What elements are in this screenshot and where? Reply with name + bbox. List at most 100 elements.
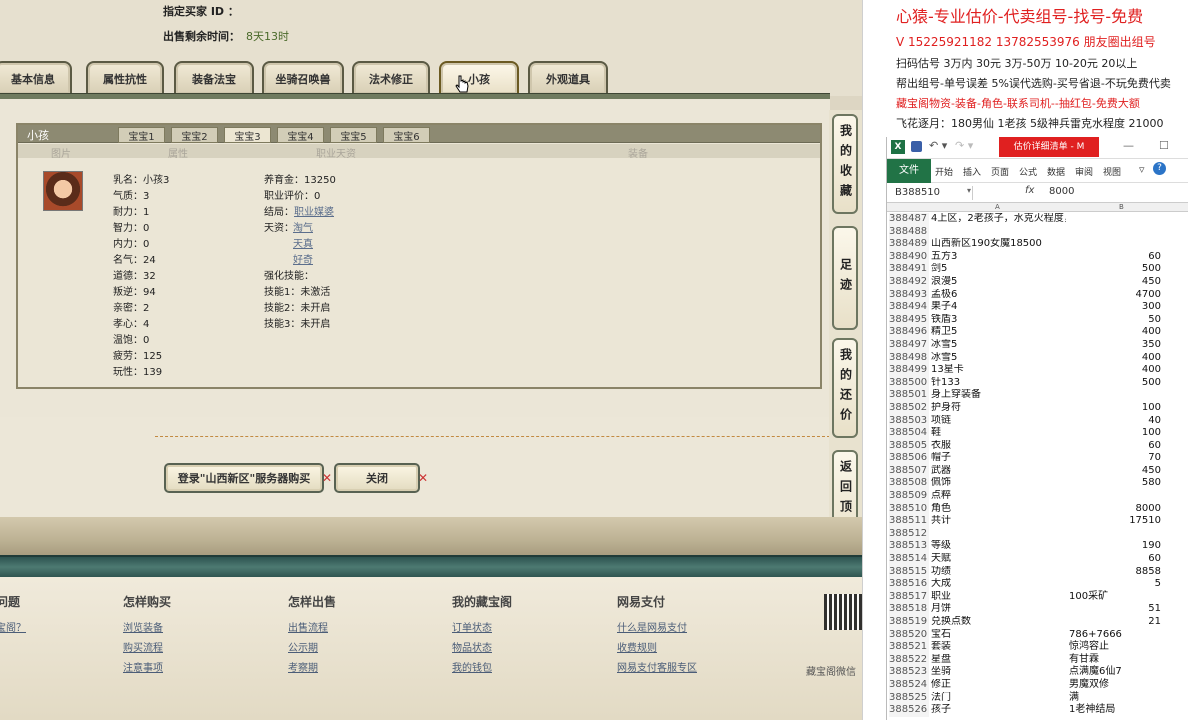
tab-spell-modifiers[interactable]: 法术修正 xyxy=(352,61,430,94)
cell-a[interactable]: 帽子 xyxy=(931,452,1066,465)
footprint-button[interactable]: 足迹 xyxy=(832,226,858,330)
footer-link[interactable]: 考察期 xyxy=(288,659,318,674)
cell-a[interactable]: 13星卡 xyxy=(931,364,1066,377)
ribbon-page-tab[interactable]: 页面 xyxy=(991,165,1009,178)
row-number[interactable]: 388494 xyxy=(889,301,929,314)
row-number[interactable]: 388511 xyxy=(889,515,929,528)
cell-b[interactable]: 100 xyxy=(1069,427,1161,440)
row-number[interactable]: 388504 xyxy=(889,427,929,440)
cell-a[interactable]: 修正 xyxy=(931,679,1066,692)
row-number[interactable]: 388523 xyxy=(889,666,929,679)
cell-b[interactable]: 51 xyxy=(1069,603,1161,616)
row-number[interactable]: 388502 xyxy=(889,401,929,415)
close-button[interactable]: 关闭 xyxy=(334,463,420,493)
cell-a[interactable]: 剑5 xyxy=(931,263,1066,276)
cell-b[interactable]: 满 xyxy=(1069,692,1188,705)
row-number[interactable]: 388506 xyxy=(889,452,929,465)
cell-b[interactable]: 8858 xyxy=(1069,566,1161,579)
footer-link[interactable]: 注意事项 xyxy=(123,659,163,674)
tab-attributes[interactable]: 属性抗性 xyxy=(86,61,164,94)
minimize-icon[interactable]: — xyxy=(1123,139,1134,152)
tab-equipment[interactable]: 装备法宝 xyxy=(174,61,254,94)
row-number[interactable]: 388516 xyxy=(889,578,929,591)
cell-a[interactable]: 冰雪5 xyxy=(931,339,1066,352)
cell-a[interactable]: 套装 xyxy=(931,641,1066,654)
cell-b[interactable]: 500 xyxy=(1069,263,1161,276)
cell-b[interactable]: 5 xyxy=(1069,578,1161,591)
cell-a[interactable]: 果子4 xyxy=(931,301,1066,314)
ribbon-home-tab[interactable]: 开始 xyxy=(935,165,953,178)
talent-link[interactable]: 天真 xyxy=(293,239,313,250)
cell-a[interactable]: 职业 xyxy=(931,591,1066,604)
row-number[interactable]: 388489 xyxy=(889,238,929,251)
cell-a[interactable]: 衣服 xyxy=(931,440,1066,453)
cell-b[interactable]: 60 xyxy=(1069,440,1161,453)
my-favorites-button[interactable]: 我的收藏 xyxy=(832,114,858,214)
cell-b[interactable]: 450 xyxy=(1069,276,1161,289)
row-number[interactable]: 388499 xyxy=(889,364,929,377)
cell-a[interactable]: 兑换点数 xyxy=(931,616,1066,629)
row-number[interactable]: 388495 xyxy=(889,313,929,327)
row-number[interactable]: 388518 xyxy=(889,603,929,616)
cell-b[interactable]: 4700 xyxy=(1069,289,1161,302)
cell-b[interactable]: 400 xyxy=(1069,352,1161,365)
ribbon-insert-tab[interactable]: 插入 xyxy=(963,165,981,178)
cell-b[interactable]: 8000 xyxy=(1069,503,1161,516)
row-number[interactable]: 388525 xyxy=(889,691,929,705)
cell-a[interactable]: 武器 xyxy=(931,465,1066,478)
row-number[interactable]: 388512 xyxy=(889,527,929,541)
row-number[interactable]: 388517 xyxy=(889,590,929,604)
talent-link[interactable]: 好奇 xyxy=(293,255,313,266)
cell-a[interactable]: 孩子 xyxy=(931,704,1066,717)
cell-a[interactable]: 月饼 xyxy=(931,603,1066,616)
tab-mounts-pets[interactable]: 坐骑召唤兽 xyxy=(262,61,344,94)
cell-b[interactable]: 70 xyxy=(1069,452,1161,465)
cell-b[interactable]: 1老神结局 xyxy=(1069,704,1188,717)
redo-icon[interactable]: ↷ ▾ xyxy=(955,139,973,152)
cell-a[interactable]: 天赋 xyxy=(931,553,1066,566)
cell-b[interactable]: 有甘霖 xyxy=(1069,654,1188,667)
name-box[interactable]: B388510 xyxy=(891,186,973,200)
help-icon[interactable]: ? xyxy=(1153,162,1166,175)
row-number[interactable]: 388505 xyxy=(889,439,929,453)
cell-a[interactable]: 孟极6 xyxy=(931,289,1066,302)
cell-b[interactable]: 60 xyxy=(1069,251,1161,264)
cell-a[interactable]: 4上区，2老孩子，水克火程度，传世惊鸿，装备宝宝无 xyxy=(931,213,1066,226)
cell-a[interactable]: 铁盾3 xyxy=(931,314,1066,327)
subtab-baby-6[interactable]: 宝宝6 xyxy=(383,127,430,143)
row-number[interactable]: 388524 xyxy=(889,678,929,692)
formula-input[interactable]: 8000 xyxy=(1049,186,1074,197)
cell-a[interactable]: 佩饰 xyxy=(931,477,1066,490)
row-number[interactable]: 388497 xyxy=(889,338,929,352)
cell-b[interactable]: 500 xyxy=(1069,377,1161,390)
ribbon-file-tab[interactable]: 文件 xyxy=(887,159,931,183)
cell-b[interactable]: 580 xyxy=(1069,477,1161,490)
footer-link[interactable]: 公示期 xyxy=(288,639,318,654)
subtab-baby-5[interactable]: 宝宝5 xyxy=(330,127,377,143)
cell-a[interactable]: 法门 xyxy=(931,692,1066,705)
cell-b[interactable]: 50 xyxy=(1069,314,1161,327)
cell-a[interactable]: 鞋 xyxy=(931,427,1066,440)
row-number[interactable]: 388515 xyxy=(889,565,929,579)
cell-a[interactable]: 宝石 xyxy=(931,629,1066,642)
row-number[interactable]: 388492 xyxy=(889,275,929,289)
cell-a[interactable]: 护身符 xyxy=(931,402,1066,415)
cell-a[interactable]: 精卫5 xyxy=(931,326,1066,339)
cell-a[interactable]: 共计 xyxy=(931,515,1066,528)
row-number[interactable]: 388491 xyxy=(889,263,929,276)
ribbon-review-tab[interactable]: 审阅 xyxy=(1075,165,1093,178)
row-number[interactable]: 388508 xyxy=(889,477,929,491)
save-icon[interactable] xyxy=(911,141,922,152)
cell-a[interactable]: 星盘 xyxy=(931,654,1066,667)
footer-link[interactable]: 物品状态 xyxy=(452,639,492,654)
job-ending-value[interactable]: 职业媒婆 xyxy=(294,207,334,218)
row-number[interactable]: 388521 xyxy=(889,641,929,654)
cell-a[interactable]: 五方3 xyxy=(931,251,1066,264)
footer-link[interactable]: 宝阁？ xyxy=(0,619,26,634)
subtab-baby-3[interactable]: 宝宝3 xyxy=(224,127,271,143)
subtab-baby-2[interactable]: 宝宝2 xyxy=(171,127,218,143)
footer-link[interactable]: 出售流程 xyxy=(288,619,328,634)
maximize-icon[interactable]: ☐ xyxy=(1159,139,1169,152)
cell-b[interactable]: 350 xyxy=(1069,339,1161,352)
cell-a[interactable]: 点粹 xyxy=(931,490,1066,503)
